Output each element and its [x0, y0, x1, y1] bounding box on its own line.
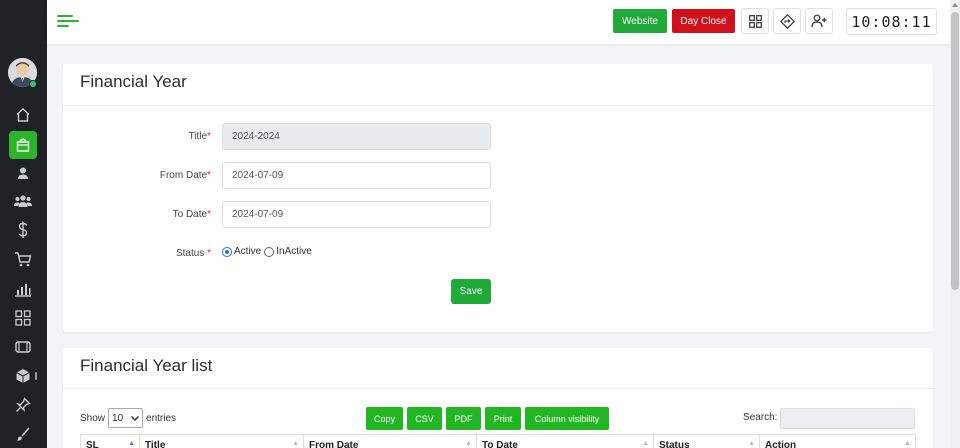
clock-display: 10:08:11 [846, 8, 937, 35]
list-title: Financial Year list [80, 356, 213, 375]
from-date-label: From Date* [159, 170, 211, 181]
film-icon[interactable] [9, 334, 37, 360]
scroll-up-arrow-icon[interactable] [952, 3, 958, 7]
status-inactive-radio[interactable] [264, 246, 275, 257]
card-divider [63, 105, 933, 106]
sort-icon: ▲ [748, 440, 755, 447]
chevron-down-icon [131, 415, 139, 421]
search-input[interactable] [780, 408, 915, 429]
apps-grid-icon[interactable] [741, 8, 769, 34]
column-visibility-button[interactable]: Column visibility [525, 407, 609, 430]
user-icon[interactable] [9, 160, 37, 186]
column-header-sl[interactable]: SL ▲ [81, 435, 140, 448]
from-date-input[interactable]: 2024-07-09 [222, 162, 491, 189]
entries-length-control: Show 10 entries [80, 408, 176, 428]
column-header-title[interactable]: Title ▲ [140, 435, 304, 448]
sidebar [0, 0, 47, 448]
status-active-label[interactable]: Active [234, 246, 261, 257]
table-header-row: SL ▲ Title ▲ From Date ▲ To Date ▲ Status ▲ A… [80, 434, 916, 448]
website-button[interactable]: Website [613, 9, 667, 33]
directions-icon[interactable] [773, 8, 801, 34]
sort-icon: ▲ [642, 440, 649, 447]
column-header-to-date[interactable]: To Date ▲ [477, 435, 654, 448]
entries-label: entries [146, 412, 177, 424]
to-date-label: To Date* [172, 209, 211, 220]
sort-asc-icon: ▲ [128, 440, 135, 447]
sort-icon: ▲ [292, 440, 299, 447]
users-icon[interactable] [9, 188, 37, 214]
bar-chart-icon[interactable] [9, 276, 37, 302]
cart-icon[interactable] [9, 246, 37, 272]
scroll-thumb[interactable] [951, 12, 959, 290]
sort-icon: ▲ [465, 440, 472, 447]
column-header-from-date[interactable]: From Date ▲ [304, 435, 477, 448]
grid-icon[interactable] [9, 305, 37, 331]
to-date-input[interactable]: 2024-07-09 [222, 201, 491, 228]
pdf-button[interactable]: PDF [446, 407, 481, 430]
title-label: Title* [188, 131, 211, 142]
box-icon[interactable] [9, 363, 37, 389]
save-button[interactable]: Save [451, 279, 491, 304]
shopping-bag-icon[interactable] [9, 131, 37, 159]
menu-toggle-icon[interactable] [57, 13, 79, 29]
home-icon[interactable] [9, 102, 37, 128]
sort-icon: ▲ [904, 440, 911, 447]
entries-select[interactable]: 10 [108, 408, 144, 428]
csv-button[interactable]: CSV [407, 407, 442, 430]
title-input[interactable]: 2024-2024 [222, 123, 491, 150]
copy-button[interactable]: Copy [366, 407, 403, 430]
card-divider [63, 388, 933, 389]
brush-icon[interactable] [9, 421, 37, 447]
status-inactive-label[interactable]: InActive [276, 246, 312, 257]
top-bar: Website Day Close 10:08:11 [47, 0, 950, 44]
form-title: Financial Year [80, 72, 187, 91]
status-active-radio[interactable] [222, 246, 232, 257]
column-header-status[interactable]: Status ▲ [654, 435, 760, 448]
online-status-dot [29, 80, 37, 88]
add-user-icon[interactable] [805, 8, 833, 34]
financial-year-list-card: Financial Year list Show 10 entries Copy… [63, 348, 933, 448]
financial-year-form-card: Financial Year Title* 2024-2024 From Dat… [63, 64, 933, 332]
column-header-action[interactable]: Action ▲ [760, 435, 915, 448]
print-button[interactable]: Print [485, 407, 521, 430]
page-scrollbar[interactable] [950, 0, 960, 448]
search-label: Search: [743, 412, 778, 423]
status-radio-group: Active InActive [222, 246, 312, 257]
dollar-icon[interactable] [9, 217, 37, 243]
show-label: Show [80, 412, 106, 424]
pin-icon[interactable] [9, 392, 37, 418]
status-label: Status * [175, 248, 211, 259]
day-close-button[interactable]: Day Close [672, 9, 735, 33]
submenu-indicator [35, 372, 37, 380]
